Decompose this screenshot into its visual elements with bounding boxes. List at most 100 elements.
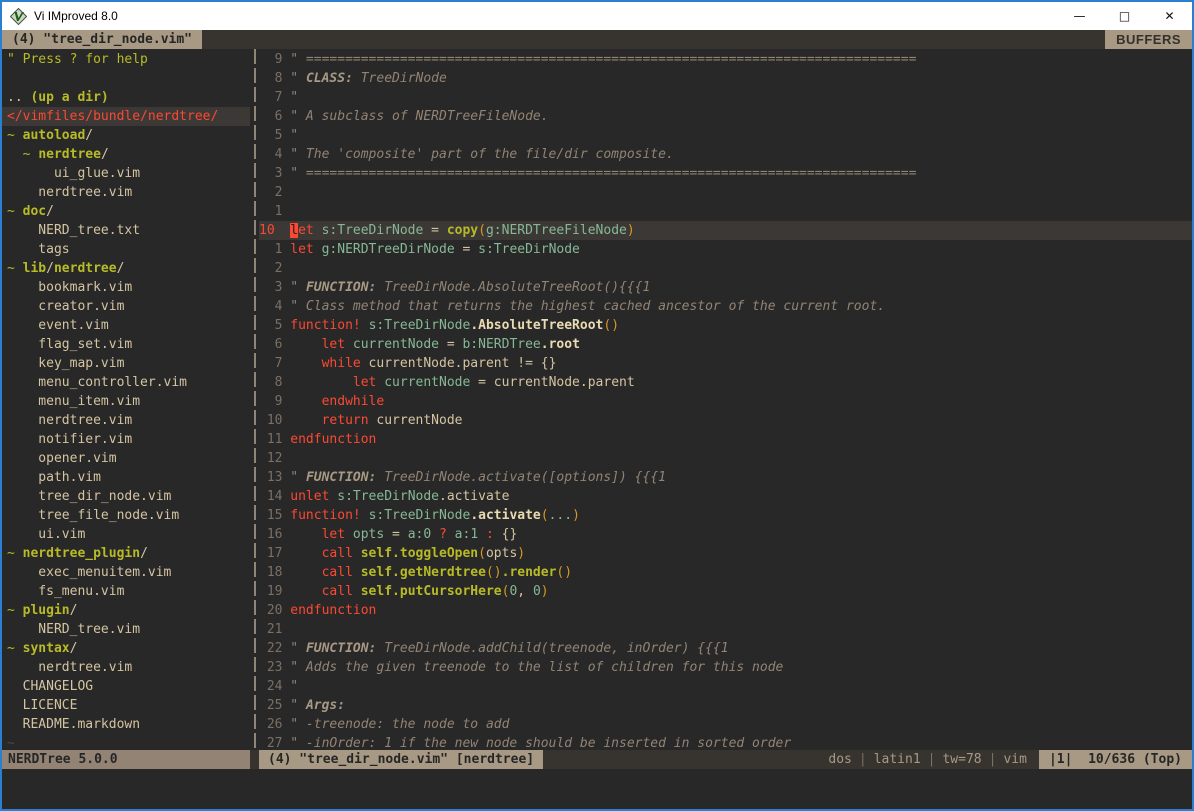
- tree-item[interactable]: key_map.vim: [2, 354, 250, 373]
- tree-item[interactable]: exec_menuitem.vim: [2, 563, 250, 582]
- tree-item-selected[interactable]: </vimfiles/bundle/nerdtree/: [2, 107, 250, 126]
- tree-item[interactable]: ~ syntax/: [2, 639, 250, 658]
- tree-item[interactable]: ~ plugin/: [2, 601, 250, 620]
- maximize-button[interactable]: □: [1102, 2, 1147, 30]
- tree-item[interactable]: ~ nerdtree/: [2, 145, 250, 164]
- tree-item[interactable]: creator.vim: [2, 297, 250, 316]
- code-line[interactable]: 16 let opts = a:0 ? a:1 : {}: [259, 525, 1192, 544]
- code-line[interactable]: 20endfunction: [259, 601, 1192, 620]
- code-line[interactable]: 17 call self.toggleOpen(opts): [259, 544, 1192, 563]
- code-line[interactable]: 24": [259, 677, 1192, 696]
- code-line[interactable]: 14unlet s:TreeDirNode.activate: [259, 487, 1192, 506]
- editor-panel[interactable]: 9" =====================================…: [259, 49, 1192, 750]
- token-c: " ======================================…: [290, 166, 916, 181]
- tree-item[interactable]: " Press ? for help: [2, 50, 250, 69]
- code-line[interactable]: 4" Class method that returns the highest…: [259, 297, 1192, 316]
- token-t: .activate: [439, 489, 509, 504]
- code-line[interactable]: 9" =====================================…: [259, 50, 1192, 69]
- code-line[interactable]: 11endfunction: [259, 430, 1192, 449]
- code-text: " ======================================…: [290, 50, 916, 69]
- token-b: nerdtree: [54, 261, 117, 276]
- code-text: " ======================================…: [290, 164, 916, 183]
- code-line[interactable]: 21: [259, 620, 1192, 639]
- tree-item[interactable]: fs_menu.vim: [2, 582, 250, 601]
- tree-item[interactable]: ui.vim: [2, 525, 250, 544]
- token-b: syntax: [23, 641, 70, 656]
- window-split-separator[interactable]: [250, 49, 259, 750]
- status-filler: [543, 750, 828, 769]
- code-text: " A subclass of NERDTreeFileNode.: [290, 107, 548, 126]
- tree-item[interactable]: notifier.vim: [2, 430, 250, 449]
- tree-item[interactable]: NERD_tree.vim: [2, 620, 250, 639]
- tree-item[interactable]: LICENCE: [2, 696, 250, 715]
- code-line[interactable]: 26" -treenode: the node to add: [259, 715, 1192, 734]
- tree-item[interactable]: ~ lib/nerdtree/: [2, 259, 250, 278]
- code-line[interactable]: 4" The 'composite' part of the file/dir …: [259, 145, 1192, 164]
- code-line[interactable]: 12: [259, 449, 1192, 468]
- code-line[interactable]: 22" FUNCTION: TreeDirNode.addChild(treen…: [259, 639, 1192, 658]
- command-line[interactable]: [2, 769, 1192, 809]
- code-line[interactable]: 25" Args:: [259, 696, 1192, 715]
- code-line[interactable]: 15function! s:TreeDirNode.activate(...): [259, 506, 1192, 525]
- token-c: ": [290, 679, 298, 694]
- code-line[interactable]: 6" A subclass of NERDTreeFileNode.: [259, 107, 1192, 126]
- code-line[interactable]: 27" -inOrder: 1 if the new node should b…: [259, 734, 1192, 750]
- tree-item[interactable]: ~ autoload/: [2, 126, 250, 145]
- tree-item[interactable]: NERD_tree.txt: [2, 221, 250, 240]
- token-t: [290, 527, 321, 542]
- tree-item[interactable]: menu_controller.vim: [2, 373, 250, 392]
- buffers-label[interactable]: BUFFERS: [1105, 30, 1192, 49]
- tree-item[interactable]: ~ doc/: [2, 202, 250, 221]
- code-line[interactable]: 7": [259, 88, 1192, 107]
- code-line[interactable]: 18 call self.getNerdtree().render(): [259, 563, 1192, 582]
- code-line[interactable]: 19 call self.putCursorHere(0, 0): [259, 582, 1192, 601]
- tree-item[interactable]: tags: [2, 240, 250, 259]
- code-line[interactable]: 5function! s:TreeDirNode.AbsoluteTreeRoo…: [259, 316, 1192, 335]
- tree-item[interactable]: nerdtree.vim: [2, 183, 250, 202]
- token-k: while: [322, 356, 361, 371]
- code-line[interactable]: 1let g:NERDTreeDirNode = s:TreeDirNode: [259, 240, 1192, 259]
- code-line[interactable]: 5": [259, 126, 1192, 145]
- code-line[interactable]: 2: [259, 259, 1192, 278]
- line-number: 12: [259, 449, 282, 468]
- token-f2: nerdtree.vim: [7, 413, 132, 428]
- code-text: ": [290, 126, 298, 145]
- close-button[interactable]: ✕: [1147, 2, 1192, 30]
- tree-item[interactable]: nerdtree.vim: [2, 658, 250, 677]
- code-line[interactable]: 3" FUNCTION: TreeDirNode.AbsoluteTreeRoo…: [259, 278, 1192, 297]
- tree-item[interactable]: nerdtree.vim: [2, 411, 250, 430]
- tree-item[interactable]: path.vim: [2, 468, 250, 487]
- code-line-current[interactable]: 10let s:TreeDirNode = copy(g:NERDTreeFil…: [259, 221, 1192, 240]
- tree-item[interactable]: [2, 69, 250, 88]
- token-k: let: [290, 242, 313, 257]
- tree-item[interactable]: .. (up a dir): [2, 88, 250, 107]
- tree-item[interactable]: menu_item.vim: [2, 392, 250, 411]
- code-line[interactable]: 7 while currentNode.parent != {}: [259, 354, 1192, 373]
- code-line[interactable]: 9 endwhile: [259, 392, 1192, 411]
- tree-item[interactable]: event.vim: [2, 316, 250, 335]
- code-line[interactable]: 2: [259, 183, 1192, 202]
- code-line[interactable]: 3" =====================================…: [259, 164, 1192, 183]
- tree-item[interactable]: ui_glue.vim: [2, 164, 250, 183]
- tree-item[interactable]: flag_set.vim: [2, 335, 250, 354]
- minimize-button[interactable]: —: [1057, 2, 1102, 30]
- tab-tree-dir-node[interactable]: (4) "tree_dir_node.vim": [2, 30, 202, 49]
- tree-item[interactable]: bookmark.vim: [2, 278, 250, 297]
- tree-item[interactable]: opener.vim: [2, 449, 250, 468]
- code-line[interactable]: 8" CLASS: TreeDirNode: [259, 69, 1192, 88]
- code-line[interactable]: 6 let currentNode = b:NERDTree.root: [259, 335, 1192, 354]
- tree-item[interactable]: ~: [2, 734, 250, 750]
- tree-item[interactable]: ~ nerdtree_plugin/: [2, 544, 250, 563]
- token-v: currentNode: [384, 375, 470, 390]
- tree-item[interactable]: CHANGELOG: [2, 677, 250, 696]
- code-line[interactable]: 23" Adds the given treenode to the list …: [259, 658, 1192, 677]
- code-line[interactable]: 13" FUNCTION: TreeDirNode.activate([opti…: [259, 468, 1192, 487]
- tree-item[interactable]: README.markdown: [2, 715, 250, 734]
- tree-item[interactable]: tree_dir_node.vim: [2, 487, 250, 506]
- code-line[interactable]: 10 return currentNode: [259, 411, 1192, 430]
- nerdtree-panel[interactable]: " Press ? for help .. (up a dir)</vimfile…: [2, 49, 250, 750]
- code-line[interactable]: 8 let currentNode = currentNode.parent: [259, 373, 1192, 392]
- code-line[interactable]: 1: [259, 202, 1192, 221]
- token-b: lib: [23, 261, 46, 276]
- tree-item[interactable]: tree_file_node.vim: [2, 506, 250, 525]
